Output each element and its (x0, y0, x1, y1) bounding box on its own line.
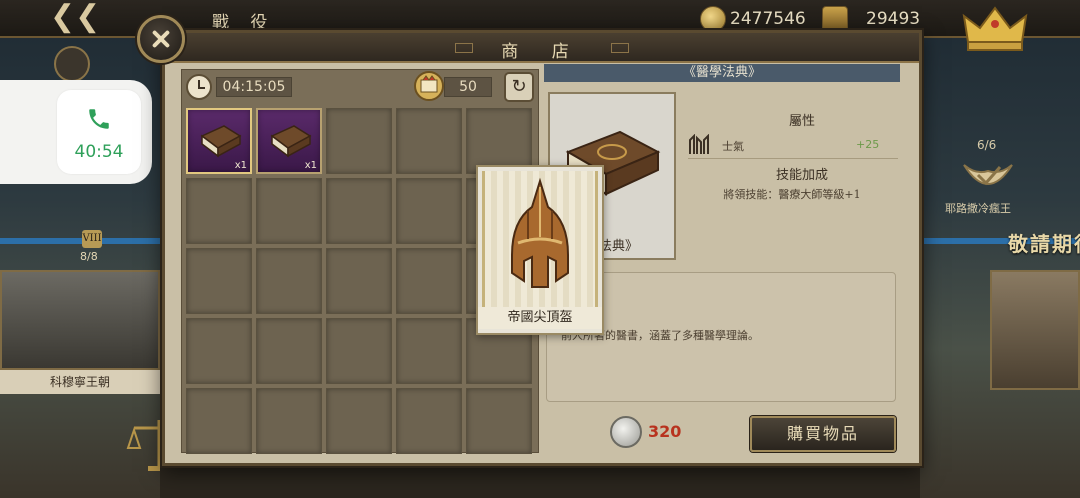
attribute-name: 士氣 (722, 140, 744, 153)
call-bubble[interactable]: 40:54 (57, 90, 141, 174)
gold-resource: 2477546 (700, 6, 806, 32)
back-arrow-icon[interactable]: ❮❮ (50, 2, 100, 32)
close-icon[interactable] (137, 15, 185, 63)
divider (688, 158, 898, 159)
treasure-chest-icon (822, 6, 848, 32)
right-campaign-card[interactable] (990, 270, 1080, 390)
call-duration: 40:54 (74, 142, 124, 162)
progress-line (0, 238, 160, 244)
right-chapter-progress: 6/6 (977, 138, 997, 152)
item-name-header: 《醫學法典》 (544, 64, 900, 82)
morale-icon (689, 134, 709, 154)
helmet-icon (511, 177, 569, 288)
attribute-title: 屬性 (788, 114, 815, 129)
right-campaign-caption: 耶路撒冷瘋王 (945, 202, 1011, 215)
chest-amount: 29493 (866, 9, 921, 29)
chest-resource: 29493 (822, 6, 920, 32)
campaign-card-label: 科穆寧王朝 (0, 370, 160, 394)
medal-icon (963, 164, 1013, 186)
trophy-icon[interactable] (54, 46, 90, 82)
call-widget[interactable]: 40:54 (0, 80, 152, 184)
silver-coin-icon (610, 416, 642, 448)
gold-amount: 2477546 (730, 9, 806, 29)
skill-bonus-title: 技能加成 (775, 168, 828, 183)
chapter-progress: 8/8 (80, 250, 98, 263)
gold-coin-icon (700, 6, 726, 32)
chapter-badge: VIII (82, 230, 102, 248)
crown-icon[interactable] (960, 2, 1030, 54)
tooltip-label: 帝國尖頂盔 (478, 307, 602, 329)
buy-button[interactable]: 購買物品 (750, 416, 896, 452)
campaign-card-image[interactable] (0, 270, 160, 370)
item-description: 前人所著的醫書，涵蓋了多種醫學理論。 (561, 329, 759, 342)
phone-icon (89, 109, 109, 129)
item-price: 320 (648, 422, 682, 441)
skill-bonus-description: 將領技能：醫療大師等級+1 (723, 188, 861, 201)
bottom-nav-strip (160, 466, 920, 498)
coming-soon-title: 敬請期待 (1008, 232, 1080, 256)
attribute-value: +25 (856, 138, 880, 151)
item-tooltip: 帝國尖頂盔 (476, 165, 604, 335)
